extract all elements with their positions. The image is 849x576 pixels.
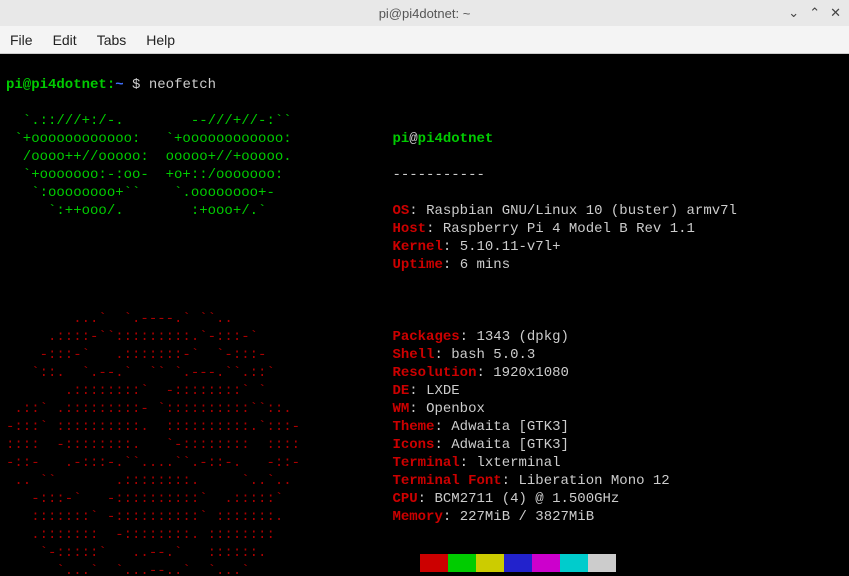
info-value: 5.10.11-v7l+	[460, 239, 561, 255]
neofetch-info: pi@pi4dotnet ----------- OS: Raspbian GN…	[392, 112, 843, 292]
logo-line: :::: -::::::::. `-:::::::: ::::	[6, 436, 392, 454]
logo-line: .. `` .::::::::. `..`..	[6, 472, 392, 490]
info-value: Adwaita [GTK3]	[451, 437, 569, 453]
menu-help[interactable]: Help	[146, 32, 175, 48]
logo-line: .::::::::` -::::::::` `	[6, 382, 392, 400]
logo-line: `+ooooooo:-:oo- +o+::/ooooooo:	[6, 166, 392, 184]
logo-line: `.::///+:/-. --///+//-:``	[6, 112, 392, 130]
info-row: CPU: BCM2711 (4) @ 1.500GHz	[392, 490, 843, 508]
info-row: DE: LXDE	[392, 382, 843, 400]
info-label: OS	[392, 203, 409, 219]
info-row: Memory: 227MiB / 3827MiB	[392, 508, 843, 526]
logo-line: `:oooooooo+`` `.oooooooo+-	[6, 184, 392, 202]
info-value: 227MiB / 3827MiB	[460, 509, 594, 525]
logo-line: /oooo++//ooooo: ooooo+//+ooooo.	[6, 148, 392, 166]
info-value: Liberation Mono 12	[518, 473, 669, 489]
info-label: Terminal Font	[392, 473, 501, 489]
info-label: CPU	[392, 491, 417, 507]
info-title-host: pi4dotnet	[418, 131, 494, 147]
info-row: Shell: bash 5.0.3	[392, 346, 843, 364]
logo-line: `+oooooooooooo: `+oooooooooooo:	[6, 130, 392, 148]
info-row: Terminal: lxterminal	[392, 454, 843, 472]
window-titlebar: pi@pi4dotnet: ~ ⌄ ⌃ ✕	[0, 0, 849, 26]
info-row: WM: Openbox	[392, 400, 843, 418]
logo-line: -:::-` -::::::::::` .:::::`	[6, 490, 392, 508]
info-row: Packages: 1343 (dpkg)	[392, 328, 843, 346]
info-row: OS: Raspbian GNU/Linux 10 (buster) armv7…	[392, 202, 843, 220]
color-swatch	[532, 554, 560, 572]
info-value: Openbox	[426, 401, 485, 417]
menu-edit[interactable]: Edit	[53, 32, 77, 48]
logo-line: :::::::` -::::::::::` :::::::.	[6, 508, 392, 526]
logo-line: `::. `.--.` `` `.---.``.::`	[6, 364, 392, 382]
logo-line: `:++ooo/. :+ooo+/.`	[6, 202, 392, 220]
info-row: Kernel: 5.10.11-v7l+	[392, 238, 843, 256]
info-value: BCM2711 (4) @ 1.500GHz	[434, 491, 619, 507]
info-label: WM	[392, 401, 409, 417]
logo-line: ...` `.----.` ``..	[6, 310, 392, 328]
logo-line: -:::` ::::::::::. ::::::::::.`:::-	[6, 418, 392, 436]
info-row: Theme: Adwaita [GTK3]	[392, 418, 843, 436]
menu-file[interactable]: File	[10, 32, 33, 48]
logo-line: .::` .:::::::::- `::::::::::``::.	[6, 400, 392, 418]
maximize-icon[interactable]: ⌃	[809, 5, 820, 21]
logo-line: .::::::: -::::::::. ::::::::	[6, 526, 392, 544]
prompt-path: ~	[115, 77, 123, 93]
info-row: Resolution: 1920x1080	[392, 364, 843, 382]
color-swatch	[560, 554, 588, 572]
color-swatch	[420, 554, 448, 572]
info-row: Terminal Font: Liberation Mono 12	[392, 472, 843, 490]
info-label: DE	[392, 383, 409, 399]
color-swatch	[504, 554, 532, 572]
info-label: Shell	[392, 347, 434, 363]
terminal[interactable]: pi@pi4dotnet:~ $ neofetch `.::///+:/-. -…	[0, 54, 849, 576]
logo-line: -::- .-:::-.``....``.-::-. -::-	[6, 454, 392, 472]
logo-line: .::::-``:::::::::.`-:::-`	[6, 328, 392, 346]
neofetch-logo: `.::///+:/-. --///+//-:`` `+oooooooooooo…	[6, 112, 392, 292]
info-label: Theme	[392, 419, 434, 435]
minimize-icon[interactable]: ⌄	[788, 5, 799, 21]
info-value: Adwaita [GTK3]	[451, 419, 569, 435]
info-label: Icons	[392, 437, 434, 453]
info-title-user: pi	[392, 131, 409, 147]
info-row: Icons: Adwaita [GTK3]	[392, 436, 843, 454]
info-value: lxterminal	[476, 455, 560, 471]
color-swatch	[448, 554, 476, 572]
info-row: Host: Raspberry Pi 4 Model B Rev 1.1	[392, 220, 843, 238]
info-value: 6 mins	[460, 257, 510, 273]
close-icon[interactable]: ✕	[830, 5, 841, 21]
color-swatch	[392, 554, 420, 572]
prompt-symbol: $	[124, 77, 149, 93]
info-row: Uptime: 6 mins	[392, 256, 843, 274]
info-value: Raspbian GNU/Linux 10 (buster) armv7l	[426, 203, 737, 219]
info-label: Uptime	[392, 257, 442, 273]
info-label: Packages	[392, 329, 459, 345]
color-swatches	[392, 554, 843, 572]
color-swatch	[476, 554, 504, 572]
info-value: LXDE	[426, 383, 460, 399]
logo-line: `-:::::` ..--.` ::::::.	[6, 544, 392, 562]
info-value: 1343 (dpkg)	[476, 329, 568, 345]
info-value: bash 5.0.3	[451, 347, 535, 363]
info-label: Terminal	[392, 455, 459, 471]
info-label: Resolution	[392, 365, 476, 381]
info-value: Raspberry Pi 4 Model B Rev 1.1	[443, 221, 695, 237]
color-swatch	[588, 554, 616, 572]
info-label: Memory	[392, 509, 442, 525]
window-title: pi@pi4dotnet: ~	[379, 6, 471, 21]
info-label: Kernel	[392, 239, 442, 255]
command-text: neofetch	[149, 77, 216, 93]
menubar: File Edit Tabs Help	[0, 26, 849, 54]
menu-tabs[interactable]: Tabs	[97, 32, 127, 48]
logo-line: -:::-` .:::::::-` `-:::-	[6, 346, 392, 364]
info-dashes: -----------	[392, 166, 843, 184]
prompt-line: pi@pi4dotnet:~ $ neofetch	[6, 76, 843, 94]
logo-line: `...` `...--..` `...`	[6, 562, 392, 576]
neofetch-logo-continued: ...` `.----.` ``.. .::::-``:::::::::.`-:…	[6, 310, 392, 576]
info-value: 1920x1080	[493, 365, 569, 381]
prompt-user-host: pi@pi4dotnet	[6, 77, 107, 93]
info-label: Host	[392, 221, 426, 237]
